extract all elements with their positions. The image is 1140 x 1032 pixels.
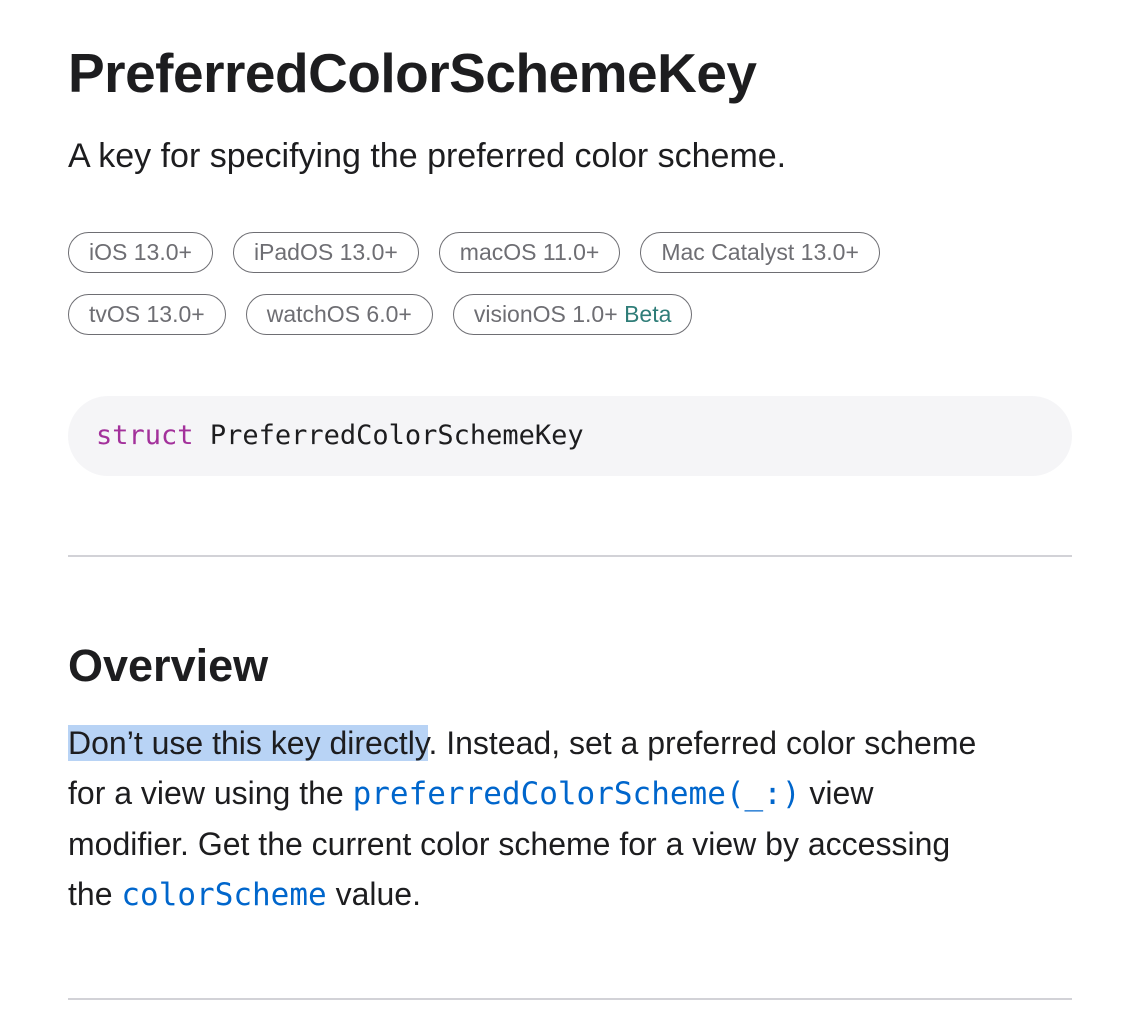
overview-text-segment: the bbox=[68, 876, 122, 912]
page-title: PreferredColorSchemeKey bbox=[68, 42, 757, 104]
overview-text-segment: value. bbox=[326, 876, 421, 912]
overview-text-segment: view bbox=[800, 775, 874, 811]
section-divider bbox=[68, 555, 1072, 557]
page-abstract: A key for specifying the preferred color… bbox=[68, 137, 787, 175]
overview-line: the colorScheme value. bbox=[68, 869, 1072, 920]
beta-tag: Beta bbox=[624, 301, 672, 327]
declaration-keyword: struct bbox=[96, 420, 194, 451]
badge-ipados: iPadOS 13.0+ bbox=[232, 232, 419, 273]
selected-text: Don’t use this key directly bbox=[68, 725, 429, 761]
overview-line: for a view using the preferredColorSchem… bbox=[68, 768, 1072, 819]
badge-macos: macOS 11.0+ bbox=[438, 232, 621, 273]
badge-visionos: visionOS 1.0+ Beta bbox=[452, 294, 693, 335]
preferred-color-scheme-link[interactable]: preferredColorScheme(_:) bbox=[353, 776, 801, 812]
overview-heading: Overview bbox=[68, 640, 269, 691]
section-divider bbox=[68, 998, 1072, 1000]
overview-text-segment: for a view using the bbox=[68, 775, 353, 811]
availability-row: iOS 13.0+ iPadOS 13.0+ macOS 11.0+ Mac C… bbox=[68, 232, 1072, 273]
overview-line: modifier. Get the current color scheme f… bbox=[68, 826, 951, 862]
declaration-type-name: PreferredColorSchemeKey bbox=[209, 420, 584, 451]
badge-ios: iOS 13.0+ bbox=[68, 232, 213, 273]
overview-text-segment: . Instead, set a preferred color scheme bbox=[428, 725, 977, 761]
availability-badges: iOS 13.0+ iPadOS 13.0+ macOS 11.0+ Mac C… bbox=[68, 232, 1072, 356]
overview-line: Don’t use this key directly. Instead, se… bbox=[68, 718, 1072, 768]
badge-visionos-label: visionOS 1.0+ bbox=[473, 301, 618, 327]
declaration-code: struct PreferredColorSchemeKey bbox=[68, 396, 1072, 476]
color-scheme-link[interactable]: colorScheme bbox=[121, 877, 326, 913]
badge-mac-catalyst: Mac Catalyst 13.0+ bbox=[640, 232, 880, 273]
badge-watchos: watchOS 6.0+ bbox=[245, 294, 433, 335]
badge-tvos: tvOS 13.0+ bbox=[68, 294, 226, 335]
overview-paragraph: Don’t use this key directly. Instead, se… bbox=[68, 718, 1072, 920]
availability-row: tvOS 13.0+ watchOS 6.0+ visionOS 1.0+ Be… bbox=[68, 294, 1072, 335]
